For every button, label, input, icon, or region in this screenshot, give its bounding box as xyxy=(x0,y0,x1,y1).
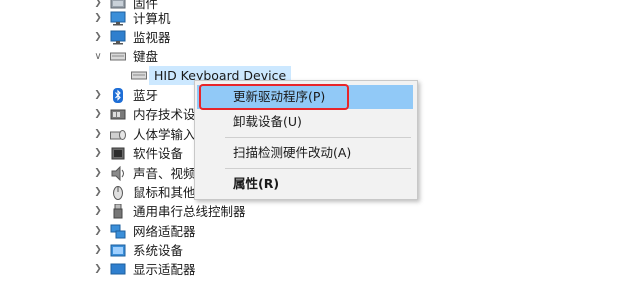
memory-technology-icon xyxy=(110,107,126,122)
chevron-right-icon[interactable]: ❯ xyxy=(93,105,103,124)
menu-item-label: 属性(R) xyxy=(233,176,280,191)
chevron-right-icon[interactable]: ❯ xyxy=(93,86,103,105)
network-adapter-icon xyxy=(110,224,126,239)
tree-item-label: 通用串行总线控制器 xyxy=(133,204,246,219)
chevron-right-icon[interactable]: ❯ xyxy=(93,222,103,241)
chevron-right-icon[interactable]: ❯ xyxy=(93,125,103,144)
tree-item-label: 人体学输入 xyxy=(133,127,196,142)
tree-item-label: 鼠标和其他 xyxy=(133,185,196,200)
tree-item-label: 蓝牙 xyxy=(133,88,159,103)
menu-item-uninstall-device[interactable]: 卸载设备(U) xyxy=(197,110,413,134)
chevron-right-icon[interactable]: ❯ xyxy=(93,202,103,221)
chevron-right-icon[interactable]: ❯ xyxy=(93,9,103,28)
chevron-right-icon[interactable]: ❯ xyxy=(93,28,103,47)
chevron-right-icon[interactable]: ❯ xyxy=(93,144,103,163)
menu-separator xyxy=(225,168,411,169)
tree-item-label: 内存技术设 xyxy=(133,107,196,122)
menu-separator xyxy=(225,137,411,138)
keyboard-icon xyxy=(131,68,147,83)
computer-icon xyxy=(110,11,126,26)
tree-item-label: 监视器 xyxy=(133,30,171,45)
chevron-down-icon[interactable]: ∨ xyxy=(93,47,103,66)
firmware-icon xyxy=(110,0,126,11)
system-device-icon xyxy=(110,243,126,258)
menu-item-scan-hardware[interactable]: 扫描检测硬件改动(A) xyxy=(197,141,413,165)
menu-item-label: 卸载设备(U) xyxy=(233,114,302,129)
mouse-icon xyxy=(110,185,126,200)
tree-item-label: 软件设备 xyxy=(133,146,184,161)
menu-item-properties[interactable]: 属性(R) xyxy=(197,172,413,196)
menu-item-label: 扫描检测硬件改动(A) xyxy=(233,145,352,160)
tree-item-label: 系统设备 xyxy=(133,243,184,258)
tree-item-label: 声音、视频 xyxy=(133,166,196,181)
tree-item-label: 网络适配器 xyxy=(133,224,196,239)
chevron-right-icon[interactable]: ❯ xyxy=(93,183,103,202)
display-adapter-icon xyxy=(110,262,126,277)
human-interface-icon xyxy=(110,127,126,142)
tree-item-label: 计算机 xyxy=(133,11,171,26)
tree-item-label: 键盘 xyxy=(133,49,159,64)
annotation-highlight-box xyxy=(199,84,349,110)
sound-icon xyxy=(110,165,126,182)
chevron-right-icon[interactable]: ❯ xyxy=(93,164,103,183)
chevron-right-icon[interactable]: ❯ xyxy=(93,241,103,260)
software-device-icon xyxy=(110,146,126,161)
usb-icon xyxy=(110,203,126,219)
keyboard-icon xyxy=(110,49,126,64)
bluetooth-icon xyxy=(110,88,126,103)
monitor-icon xyxy=(110,30,126,45)
chevron-right-icon[interactable]: ❯ xyxy=(93,260,103,279)
tree-item-label: 显示适配器 xyxy=(133,262,196,277)
